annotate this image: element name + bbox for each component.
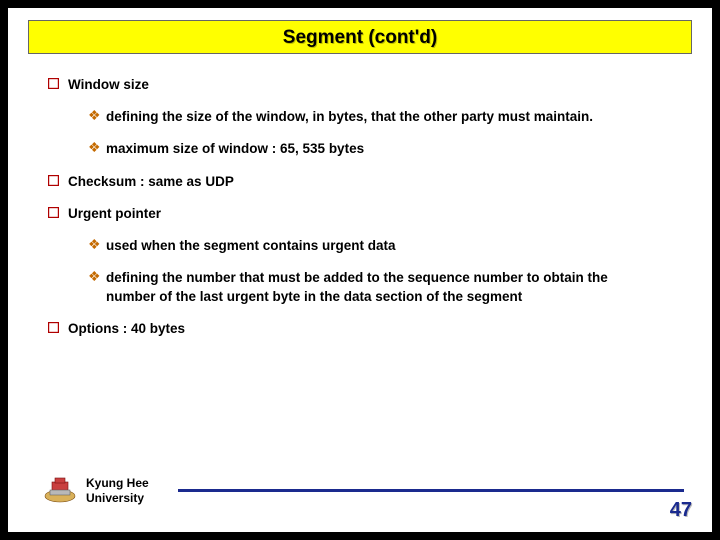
- list-item-label: Urgent pointer: [68, 205, 672, 223]
- page-number: 47: [670, 499, 692, 522]
- list-item: Checksum : same as UDP: [48, 173, 672, 191]
- list-subitem-text: defining the number that must be added t…: [106, 269, 672, 305]
- slide-title-bar: Segment (cont'd): [28, 20, 692, 54]
- slide-title: Segment (cont'd): [29, 27, 691, 49]
- list-subitem-text: defining the size of the window, in byte…: [106, 108, 672, 126]
- square-bullet-icon: [48, 173, 68, 186]
- list-subitem-text: maximum size of window : 65, 535 bytes: [106, 140, 672, 158]
- square-bullet-icon: [48, 205, 68, 218]
- university-name: Kyung Hee University: [86, 476, 149, 506]
- slide-footer: Kyung Hee University 47: [8, 472, 712, 522]
- list-subitem: ❖ maximum size of window : 65, 535 bytes: [88, 140, 672, 158]
- university-logo-icon: [42, 474, 78, 504]
- university-line2: University: [86, 491, 144, 505]
- list-item: Window size: [48, 76, 672, 94]
- list-subitem: ❖ defining the size of the window, in by…: [88, 108, 672, 126]
- diamond-bullet-icon: ❖: [88, 237, 106, 252]
- diamond-bullet-icon: ❖: [88, 269, 106, 284]
- list-subitem: ❖ defining the number that must be added…: [88, 269, 672, 305]
- footer-divider: [178, 489, 684, 492]
- list-subitem: ❖ used when the segment contains urgent …: [88, 237, 672, 255]
- list-subitem-text: used when the segment contains urgent da…: [106, 237, 672, 255]
- list-item-label: Checksum : same as UDP: [68, 173, 672, 191]
- diamond-bullet-icon: ❖: [88, 140, 106, 155]
- list-item-label: Options : 40 bytes: [68, 320, 672, 338]
- diamond-bullet-icon: ❖: [88, 108, 106, 123]
- slide-content: Window size ❖ defining the size of the w…: [8, 54, 712, 338]
- square-bullet-icon: [48, 76, 68, 89]
- square-bullet-icon: [48, 320, 68, 333]
- list-item: Options : 40 bytes: [48, 320, 672, 338]
- list-item-label: Window size: [68, 76, 672, 94]
- list-item: Urgent pointer: [48, 205, 672, 223]
- university-line1: Kyung Hee: [86, 476, 149, 490]
